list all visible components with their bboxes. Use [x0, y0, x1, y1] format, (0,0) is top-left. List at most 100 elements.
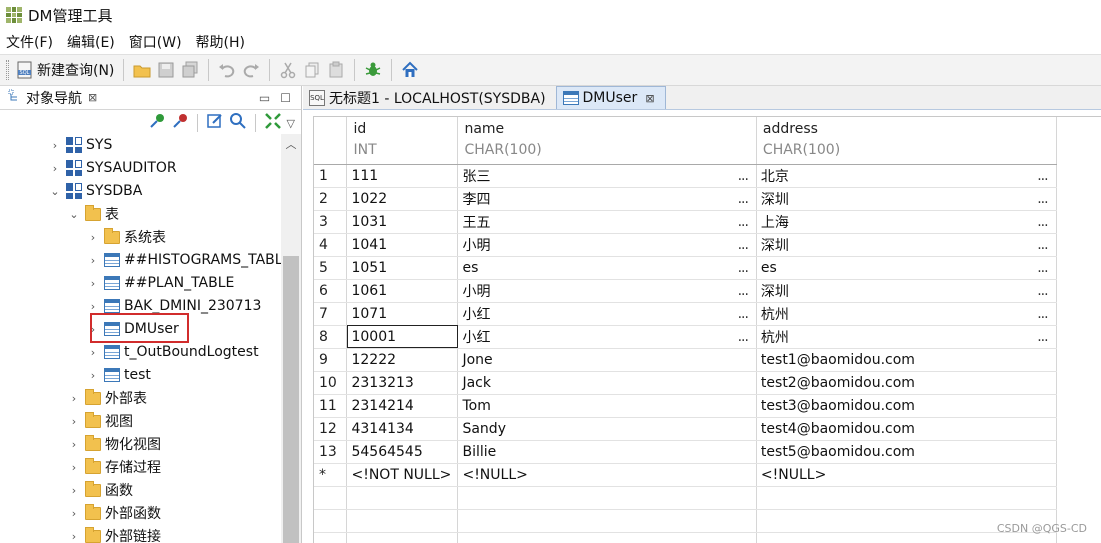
cell-expand-ellipsis[interactable]: ... — [738, 214, 752, 230]
cell-name[interactable]: Jack — [457, 371, 757, 395]
row-number-cell[interactable]: 5 — [314, 256, 348, 280]
chevron-right-icon[interactable]: › — [67, 438, 81, 451]
cell-id[interactable]: 4314134 — [346, 417, 459, 441]
chevron-right-icon[interactable]: › — [86, 231, 100, 244]
row-number-cell[interactable]: * — [314, 463, 348, 487]
cell-expand-ellipsis[interactable]: ... — [738, 191, 752, 207]
chevron-right-icon[interactable]: › — [86, 300, 100, 313]
cell-address[interactable]: es... — [756, 256, 1057, 280]
cell-id[interactable]: 1061 — [346, 279, 459, 303]
expand-all-icon[interactable] — [264, 112, 282, 134]
cell-name[interactable]: Billie — [457, 440, 757, 464]
cell-id[interactable]: 1022 — [346, 187, 459, 211]
connect-icon[interactable] — [148, 112, 166, 134]
chevron-right-icon[interactable]: › — [67, 507, 81, 520]
table-row[interactable]: 5 1051 es... es... — [314, 256, 1101, 280]
save-button[interactable] — [154, 58, 178, 82]
cell-id[interactable]: 111 — [346, 164, 459, 188]
chevron-right-icon[interactable]: › — [48, 139, 62, 152]
cell-name[interactable]: 张三... — [457, 164, 757, 188]
cell-name[interactable]: 小红... — [457, 325, 757, 349]
row-number-cell[interactable]: 3 — [314, 210, 348, 234]
row-number-cell[interactable]: 8 — [314, 325, 348, 349]
chevron-right-icon[interactable]: › — [48, 162, 62, 175]
chevron-down-icon[interactable]: ⌄ — [67, 208, 81, 221]
column-header-id[interactable]: id INT — [346, 117, 459, 165]
row-number-cell[interactable]: 1 — [314, 164, 348, 188]
search-icon[interactable] — [229, 112, 247, 134]
close-icon[interactable]: ⊠ — [645, 92, 654, 105]
new-query-button[interactable]: SQL 新建查询(N) — [13, 58, 117, 82]
cell-address[interactable]: <!NULL> — [756, 463, 1057, 487]
chevron-down-icon[interactable]: ⌄ — [48, 185, 62, 198]
view-menu-icon[interactable]: ▽ — [287, 117, 295, 130]
redo-button[interactable] — [239, 58, 263, 82]
row-number-cell[interactable]: 6 — [314, 279, 348, 303]
tree-node-external-links[interactable]: › 外部链接 — [67, 525, 161, 543]
column-header-name[interactable]: name CHAR(100) — [457, 117, 757, 165]
row-number-cell[interactable]: 11 — [314, 394, 348, 418]
cell-id[interactable]: <!NOT NULL> — [346, 463, 459, 487]
navigator-tab[interactable]: 对象导航 ⊠ ▭ ☐ — [0, 86, 301, 110]
cell-address[interactable]: 杭州... — [756, 302, 1057, 326]
cell-expand-ellipsis[interactable]: ... — [1037, 168, 1051, 184]
cell-id[interactable]: 1071 — [346, 302, 459, 326]
undo-button[interactable] — [215, 58, 239, 82]
toolbar-grip[interactable] — [6, 60, 9, 80]
tree-node-stored-procedures[interactable]: › 存储过程 — [67, 456, 161, 478]
table-row[interactable]: 3 1031 王五... 上海... — [314, 210, 1101, 234]
cell-address[interactable]: 杭州... — [756, 325, 1057, 349]
cell-name[interactable]: Sandy — [457, 417, 757, 441]
cell-expand-ellipsis[interactable]: ... — [738, 329, 752, 345]
cell-id[interactable]: 2313213 — [346, 371, 459, 395]
tab-dmuser[interactable]: DMUser ⊠ — [555, 86, 666, 109]
table-row[interactable]: 2 1022 李四... 深圳... — [314, 187, 1101, 211]
tree-node-views[interactable]: › 视图 — [67, 410, 133, 432]
chevron-right-icon[interactable]: › — [86, 277, 100, 290]
minimize-icon[interactable]: ▭ — [259, 91, 270, 105]
tree-node-materialized-views[interactable]: › 物化视图 — [67, 433, 161, 455]
open-button[interactable] — [130, 58, 154, 82]
cell-address[interactable]: test2@baomidou.com — [756, 371, 1057, 395]
cell-address[interactable]: 上海... — [756, 210, 1057, 234]
edit-icon[interactable] — [206, 112, 224, 134]
maximize-icon[interactable]: ☐ — [280, 91, 291, 105]
cell-expand-ellipsis[interactable]: ... — [1037, 329, 1051, 345]
row-number-cell[interactable]: 2 — [314, 187, 348, 211]
cell-name[interactable]: 李四... — [457, 187, 757, 211]
disconnect-icon[interactable] — [171, 112, 189, 134]
scrollbar-thumb[interactable] — [283, 256, 299, 543]
paste-button[interactable] — [324, 58, 348, 82]
scroll-up-icon[interactable]: ︿ — [281, 136, 301, 152]
save-all-button[interactable] — [178, 58, 202, 82]
cell-expand-ellipsis[interactable]: ... — [1037, 237, 1051, 253]
cell-expand-ellipsis[interactable]: ... — [738, 237, 752, 253]
menu-help[interactable]: 帮助(H) — [196, 32, 245, 52]
tree-scrollbar[interactable]: ︿ — [281, 134, 301, 543]
chevron-right-icon[interactable]: › — [67, 392, 81, 405]
cell-id[interactable]: 54564545 — [346, 440, 459, 464]
cell-expand-ellipsis[interactable]: ... — [738, 260, 752, 276]
cell-expand-ellipsis[interactable]: ... — [1037, 214, 1051, 230]
debug-button[interactable] — [361, 58, 385, 82]
tree-node-test[interactable]: › test — [86, 364, 151, 386]
cell-name[interactable]: <!NULL> — [457, 463, 757, 487]
tree-node-sysdba[interactable]: ⌄ SYSDBA — [48, 180, 142, 202]
table-row[interactable]: 9 12222 Jone test1@baomidou.com — [314, 348, 1101, 372]
cell-expand-ellipsis[interactable]: ... — [1037, 283, 1051, 299]
home-button[interactable] — [398, 58, 422, 82]
tree-node-external-functions[interactable]: › 外部函数 — [67, 502, 161, 524]
cell-name[interactable]: 王五... — [457, 210, 757, 234]
tree-node-outboundlogtest[interactable]: › t_OutBoundLogtest — [86, 341, 259, 363]
cell-expand-ellipsis[interactable]: ... — [738, 283, 752, 299]
cell-id[interactable]: 1041 — [346, 233, 459, 257]
row-number-cell[interactable]: 9 — [314, 348, 348, 372]
menu-file[interactable]: 文件(F) — [6, 32, 53, 52]
copy-button[interactable] — [300, 58, 324, 82]
menu-window[interactable]: 窗口(W) — [129, 32, 182, 52]
table-row[interactable]: 7 1071 小红... 杭州... — [314, 302, 1101, 326]
menu-edit[interactable]: 编辑(E) — [67, 32, 115, 52]
table-row[interactable]: 6 1061 小明... 深圳... — [314, 279, 1101, 303]
cell-expand-ellipsis[interactable]: ... — [1037, 191, 1051, 207]
tree-node-tables[interactable]: ⌄ 表 — [67, 203, 119, 225]
